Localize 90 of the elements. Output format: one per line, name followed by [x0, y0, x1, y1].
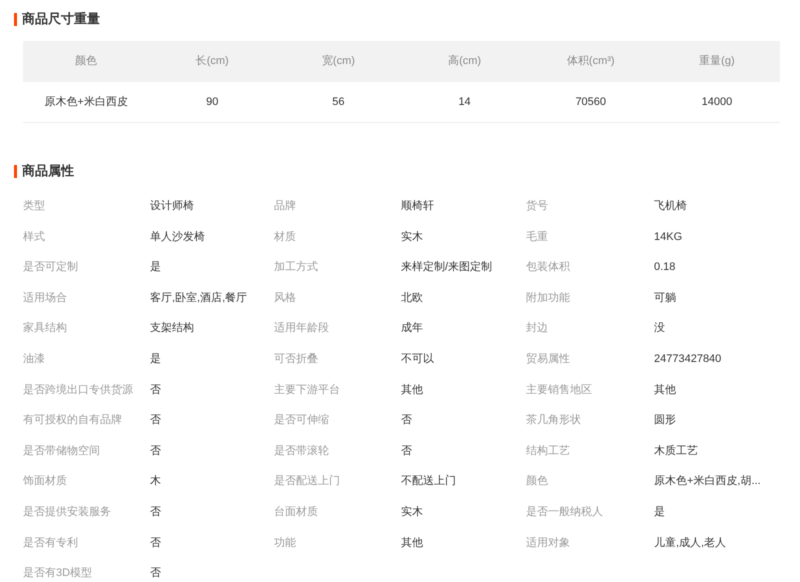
attribute-value: 飞机椅 [654, 199, 688, 214]
attribute-label: 主要销售地区 [526, 382, 593, 398]
attribute-value: 否 [150, 566, 162, 582]
attribute-label: 茶几角形状 [526, 413, 582, 428]
column-header: 长(cm) [194, 54, 230, 70]
column-header: 颜色 [74, 54, 98, 70]
attribute-label: 有可授权的自有品牌 [23, 413, 123, 428]
attribute-label: 颜色 [526, 474, 549, 490]
attribute-label: 是否带滚轮 [274, 444, 330, 459]
attribute-value: 设计师椅 [150, 199, 195, 214]
attribute-label: 可否折叠 [274, 352, 319, 367]
attribute-label: 附加功能 [526, 290, 571, 306]
attribute-value: 14KG [654, 230, 684, 245]
attribute-value: 否 [150, 413, 162, 428]
attribute-label: 适用对象 [526, 536, 571, 551]
attribute-label: 适用年龄段 [274, 321, 330, 336]
attribute-value: 没 [654, 321, 666, 336]
attribute-value: 否 [150, 444, 162, 459]
attribute-value: 来样定制/来图定制 [401, 260, 494, 276]
attribute-value: 客厅,卧室,酒店,餐厅 [150, 290, 248, 306]
attribute-value: 可躺 [654, 290, 677, 306]
column-header: 高(cm) [447, 54, 482, 70]
attribute-value: 否 [150, 382, 162, 398]
attribute-value: 其他 [401, 382, 424, 398]
attribute-label: 油漆 [23, 352, 46, 367]
attribute-value: 否 [150, 504, 162, 520]
attribute-label: 是否有3D模型 [23, 566, 94, 582]
attribute-value: 不配送上门 [401, 474, 457, 490]
attribute-label: 功能 [274, 536, 297, 551]
attribute-value: 24773427840 [654, 352, 722, 367]
column-header: 宽(cm) [320, 54, 356, 70]
attribute-label: 毛重 [526, 230, 549, 245]
attribute-value: 支架结构 [150, 320, 195, 336]
attribute-value: 儿童,成人,老人 [654, 536, 728, 551]
attribute-label: 家具结构 [23, 320, 68, 336]
attribute-value: 否 [150, 536, 162, 551]
attribute-label: 是否可定制 [23, 260, 79, 276]
attribute-label: 封边 [526, 321, 549, 336]
attribute-value: 其他 [654, 382, 677, 398]
column-header: 体积(cm³) [566, 54, 616, 70]
attribute-label: 主要下游平台 [274, 382, 341, 398]
table-cell-text: 90 [205, 94, 220, 110]
table-cell-text: 原木色+米白西皮 [43, 94, 129, 110]
attribute-value: 北欧 [401, 290, 424, 306]
attribute-label: 台面材质 [274, 504, 319, 520]
attribute-label: 货号 [526, 199, 549, 214]
attribute-value: 成年 [401, 321, 424, 336]
attribute-value: 实木 [401, 230, 424, 245]
attribute-value: 0.18 [654, 260, 676, 276]
attribute-value: 其他 [401, 536, 424, 551]
attribute-label: 是否有专利 [23, 536, 79, 551]
attribute-value: 是 [150, 260, 162, 276]
attribute-label: 是否配送上门 [274, 474, 341, 490]
attribute-label: 风格 [274, 290, 297, 306]
attribute-label: 类型 [23, 199, 46, 214]
table-cell-text: 70560 [574, 94, 608, 110]
attribute-value: 不可以 [401, 352, 435, 367]
attribute-label: 品牌 [274, 199, 297, 214]
attribute-label: 是否一般纳税人 [526, 504, 604, 520]
attribute-label: 贸易属性 [526, 352, 571, 367]
attribute-value: 木 [150, 474, 162, 490]
attribute-value: 原木色+米白西皮,胡... [654, 474, 762, 490]
attribute-label: 加工方式 [274, 260, 319, 276]
attribute-label: 是否跨境出口专供货源 [23, 382, 134, 398]
attribute-value: 圆形 [654, 413, 677, 428]
attribute-value: 否 [401, 444, 413, 459]
attribute-label: 是否可伸缩 [274, 412, 330, 428]
accent-bar [14, 12, 17, 26]
attribute-label: 结构工艺 [526, 444, 571, 459]
attribute-label: 是否带储物空间 [23, 444, 101, 459]
attribute-label: 适用场合 [23, 290, 68, 306]
attribute-label: 饰面材质 [23, 474, 68, 490]
table-cell-text: 56 [331, 94, 346, 110]
attribute-value: 是 [150, 352, 162, 367]
table-cell-text: 14000 [700, 94, 734, 110]
accent-bar [14, 164, 17, 178]
attribute-label: 是否提供安装服务 [23, 504, 112, 520]
attribute-label: 包装体积 [526, 260, 571, 276]
attribute-value: 是 [654, 504, 666, 520]
attribute-value: 实木 [401, 504, 424, 520]
attribute-value: 否 [401, 413, 413, 428]
attribute-value: 顺椅轩 [401, 199, 435, 214]
table-cell-text: 14 [457, 94, 472, 110]
section-title: 商品属性 [22, 163, 74, 179]
attribute-label: 材质 [274, 230, 297, 245]
column-header: 重量(g) [698, 54, 736, 70]
attribute-label: 样式 [23, 230, 46, 245]
attribute-value: 单人沙发椅 [150, 230, 206, 245]
attribute-value: 木质工艺 [654, 444, 699, 459]
section-title: 商品尺寸重量 [22, 11, 100, 27]
